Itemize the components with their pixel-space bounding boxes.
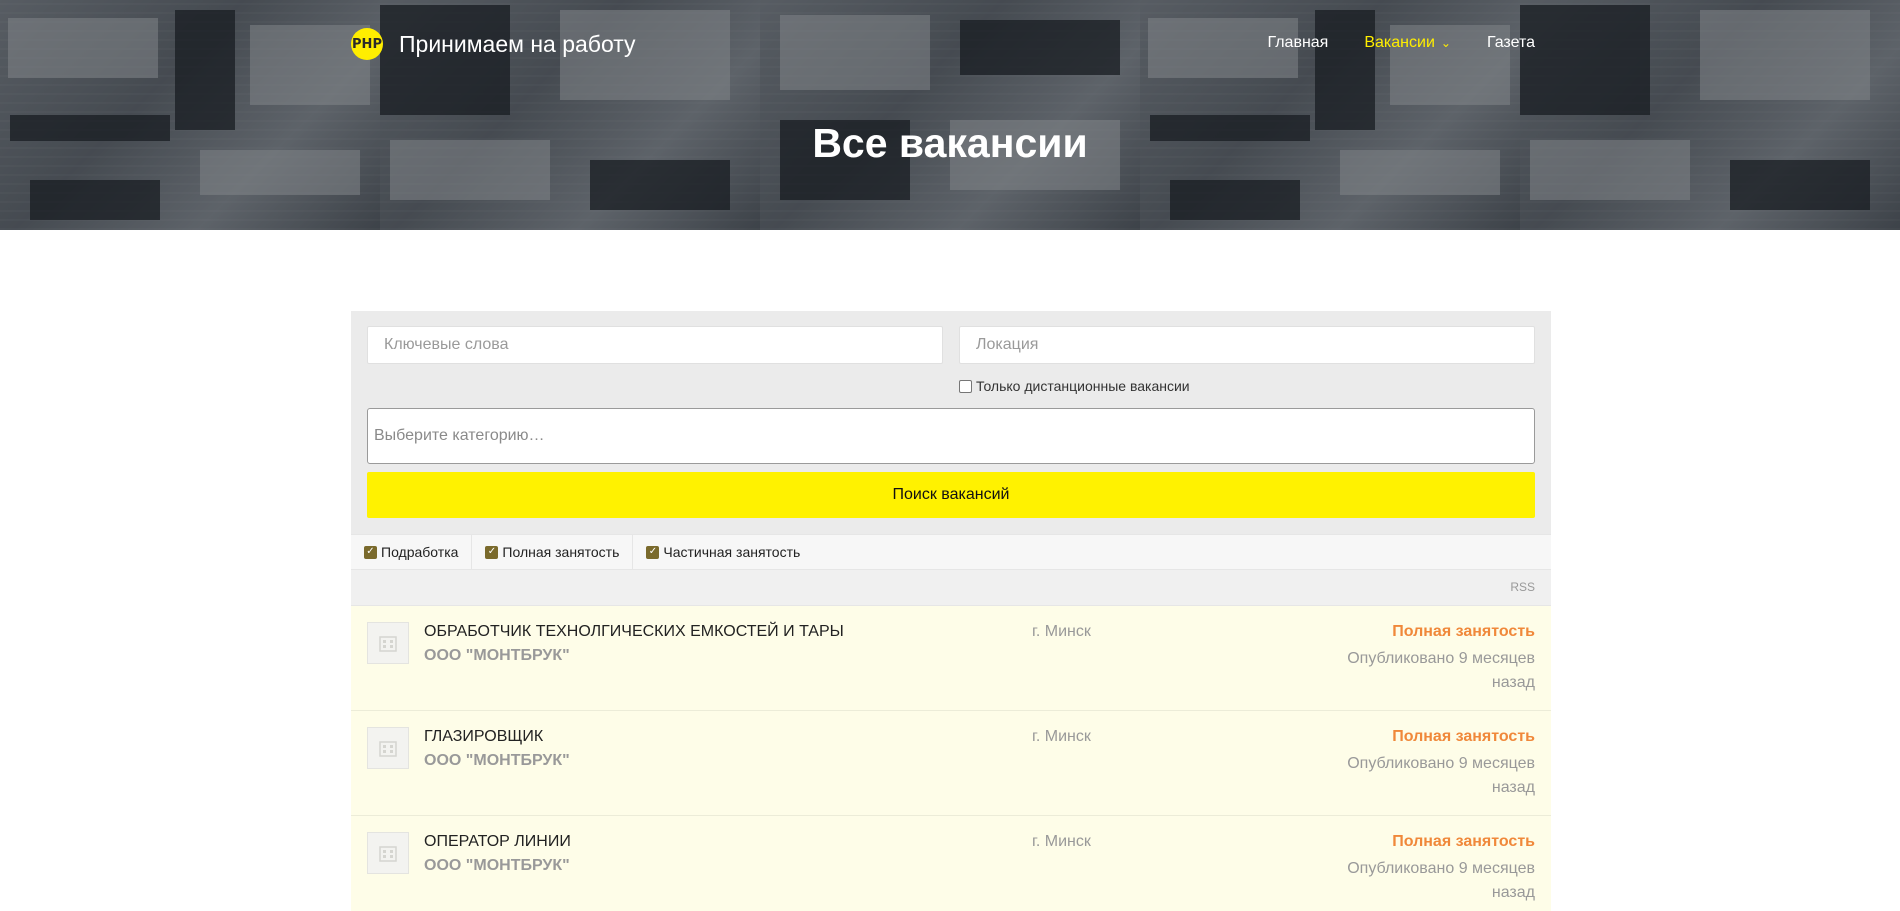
job-location: г. Минск [1032, 728, 1091, 745]
company-name: ООО "МОНТБРУК" [424, 752, 570, 769]
job-type-filters: ✓ Подработка ✓ Полная занятость ✓ Частич… [351, 534, 1551, 570]
site-title[interactable]: Принимаем на работу [399, 31, 636, 58]
rss-bar: RSS [351, 570, 1551, 606]
job-search-form: Только дистанционные вакансии Выберите к… [351, 311, 1551, 534]
category-select[interactable]: Выберите категорию… [367, 408, 1535, 464]
company-logo-placeholder-icon [367, 832, 409, 874]
checkbox-checked-icon[interactable]: ✓ [364, 545, 377, 559]
nav-item-vacancies-label: Вакансии [1364, 34, 1435, 51]
nav-item-newspaper[interactable]: Газета [1487, 34, 1535, 52]
job-location: г. Минск [1032, 623, 1091, 640]
posted-date: Опубликовано 9 месяцев назад [1347, 650, 1535, 691]
company-logo-placeholder-icon [367, 622, 409, 664]
rss-link[interactable]: RSS [1510, 580, 1535, 594]
job-location: г. Минск [1032, 833, 1091, 850]
hero-overlay [0, 0, 1900, 230]
nav-item-home[interactable]: Главная [1267, 34, 1328, 52]
remote-only-checkbox[interactable]: Только дистанционные вакансии [959, 378, 1190, 394]
job-title[interactable]: Оператор линии [424, 833, 571, 851]
job-title[interactable]: Обработчик технолгических емкостей и тар… [424, 623, 844, 641]
keywords-input[interactable] [367, 326, 943, 364]
filter-label: Полная занятость [502, 544, 620, 560]
checkbox-checked-icon[interactable]: ✓ [485, 545, 499, 559]
posted-date: Опубликовано 9 месяцев назад [1347, 860, 1535, 901]
filter-label: Частичная занятость [663, 544, 801, 560]
location-input[interactable] [959, 326, 1535, 364]
job-title[interactable]: Глазировщик [424, 728, 543, 746]
posted-date: Опубликовано 9 месяцев назад [1347, 755, 1535, 796]
job-listing[interactable]: Обработчик технолгических емкостей и тар… [351, 606, 1551, 711]
logo-icon[interactable]: РНР [351, 28, 383, 60]
remote-only-label: Только дистанционные вакансии [976, 378, 1190, 394]
search-jobs-button[interactable]: Поиск вакансий [367, 472, 1535, 518]
job-type: Полная занятость [1392, 728, 1535, 745]
job-listing[interactable]: Глазировщик ООО "МОНТБРУК" г. Минск Полн… [351, 711, 1551, 816]
checkbox-unchecked-icon[interactable] [959, 379, 972, 393]
company-name: ООО "МОНТБРУК" [424, 857, 570, 874]
filter-part-time-gig[interactable]: ✓ Подработка [351, 535, 473, 569]
checkbox-checked-icon[interactable]: ✓ [646, 545, 660, 559]
job-type: Полная занятость [1392, 833, 1535, 850]
company-logo-placeholder-icon [367, 727, 409, 769]
page-title: Все вакансии [812, 120, 1088, 166]
chevron-down-icon: ⌄ [1440, 36, 1451, 50]
filter-part-time[interactable]: ✓ Частичная занятость [633, 535, 813, 569]
job-type: Полная занятость [1392, 623, 1535, 640]
filter-label: Подработка [381, 544, 459, 560]
filter-full-time[interactable]: ✓ Полная занятость [472, 535, 634, 569]
company-name: ООО "МОНТБРУК" [424, 647, 570, 664]
main-nav: Главная Вакансии ⌄ Газета [1267, 34, 1535, 52]
site-brand[interactable]: РНР Принимаем на работу [351, 28, 636, 60]
job-listing[interactable]: Оператор линии ООО "МОНТБРУК" г. Минск П… [351, 816, 1551, 911]
hero-banner: РНР Принимаем на работу Главная Вакансии… [0, 0, 1900, 230]
nav-item-vacancies[interactable]: Вакансии ⌄ [1364, 34, 1451, 52]
